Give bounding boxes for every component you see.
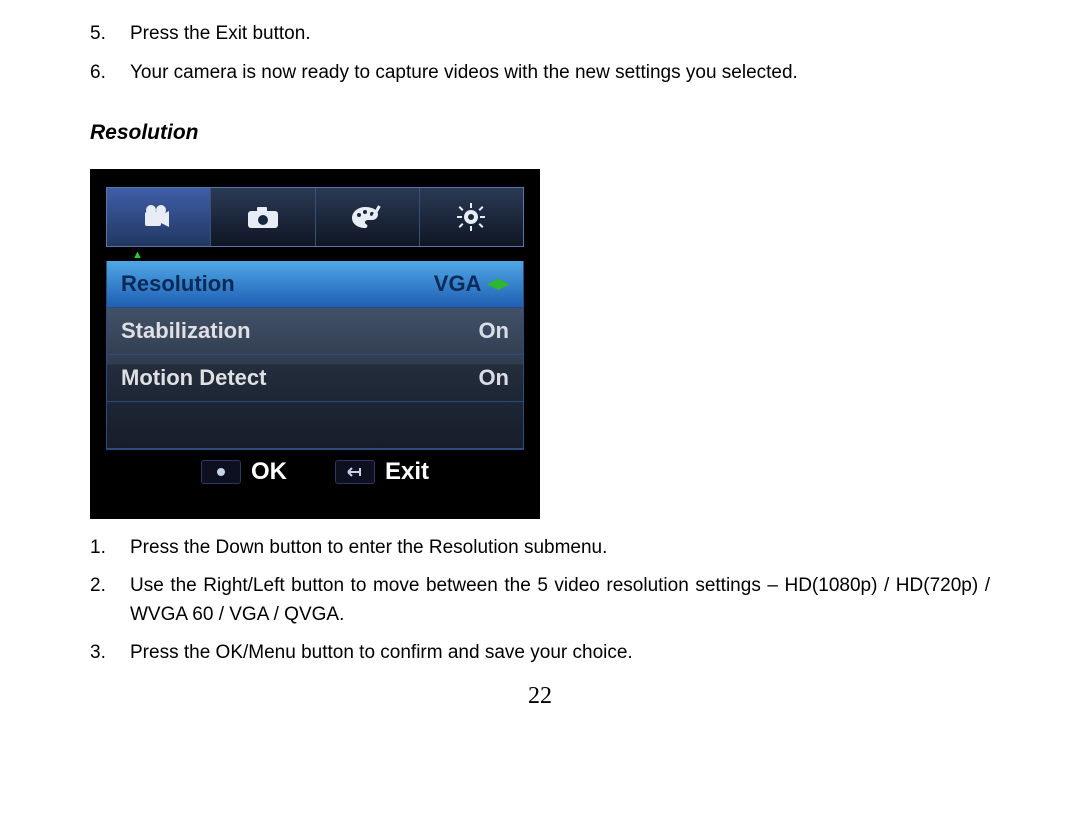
exit-button[interactable]: Exit bbox=[335, 454, 429, 490]
tab-photo[interactable] bbox=[211, 188, 315, 246]
menu-row-empty bbox=[107, 402, 523, 449]
menu-row-label: Motion Detect bbox=[121, 361, 266, 394]
menu-rows: Resolution VGA ◀▶ Stabilization On Motio… bbox=[106, 261, 524, 450]
list-text: Use the Right/Left button to move betwee… bbox=[130, 572, 990, 629]
menu-row-value: On bbox=[478, 314, 509, 347]
list-number: 5. bbox=[90, 20, 130, 49]
tab-video[interactable] bbox=[107, 188, 211, 246]
gear-icon bbox=[455, 201, 487, 233]
list-item: 2. Use the Right/Left button to move bet… bbox=[90, 572, 990, 629]
list-number: 1. bbox=[90, 534, 130, 563]
menu-row-stabilization[interactable]: Stabilization On bbox=[107, 308, 523, 355]
list-item: 3. Press the OK/Menu button to confirm a… bbox=[90, 639, 990, 668]
palette-icon bbox=[349, 203, 385, 231]
list-number: 2. bbox=[90, 572, 130, 629]
menu-row-label: Resolution bbox=[121, 267, 235, 300]
camera-icon bbox=[245, 204, 281, 230]
list-item: 5. Press the Exit button. bbox=[90, 20, 990, 49]
ok-label: OK bbox=[251, 454, 287, 490]
list-item: 1. Press the Down button to enter the Re… bbox=[90, 534, 990, 563]
list-text: Press the Down button to enter the Resol… bbox=[130, 534, 990, 563]
up-arrow-indicator: ▲ bbox=[132, 250, 524, 261]
left-right-arrows-icon: ◀▶ bbox=[487, 273, 509, 294]
steps-top-list: 5. Press the Exit button. 6. Your camera… bbox=[90, 20, 990, 87]
page-number: 22 bbox=[90, 678, 990, 714]
list-text: Press the OK/Menu button to confirm and … bbox=[130, 639, 990, 668]
ok-button[interactable]: OK bbox=[201, 454, 287, 490]
camera-menu-screenshot: ▲ Resolution VGA ◀▶ Stabilization On Mot… bbox=[90, 169, 540, 519]
menu-row-motion-detect[interactable]: Motion Detect On bbox=[107, 355, 523, 402]
section-heading-resolution: Resolution bbox=[90, 117, 990, 149]
list-item: 6. Your camera is now ready to capture v… bbox=[90, 59, 990, 88]
exit-label: Exit bbox=[385, 454, 429, 490]
list-number: 3. bbox=[90, 639, 130, 668]
list-text: Press the Exit button. bbox=[130, 20, 990, 49]
list-number: 6. bbox=[90, 59, 130, 88]
menu-row-value: On bbox=[478, 361, 509, 394]
menu-row-resolution[interactable]: Resolution VGA ◀▶ bbox=[107, 261, 523, 308]
tab-settings[interactable] bbox=[420, 188, 523, 246]
menu-footer: OK Exit bbox=[106, 450, 524, 494]
video-icon bbox=[139, 202, 179, 232]
menu-row-label: Stabilization bbox=[121, 314, 251, 347]
exit-badge-icon bbox=[335, 460, 375, 484]
ok-badge-icon bbox=[201, 460, 241, 484]
steps-bottom-list: 1. Press the Down button to enter the Re… bbox=[90, 534, 990, 668]
tab-effects[interactable] bbox=[316, 188, 420, 246]
menu-tabbar bbox=[106, 187, 524, 247]
list-text: Your camera is now ready to capture vide… bbox=[130, 59, 990, 88]
menu-row-value: VGA ◀▶ bbox=[434, 267, 509, 300]
manual-page: 5. Press the Exit button. 6. Your camera… bbox=[0, 0, 1080, 714]
